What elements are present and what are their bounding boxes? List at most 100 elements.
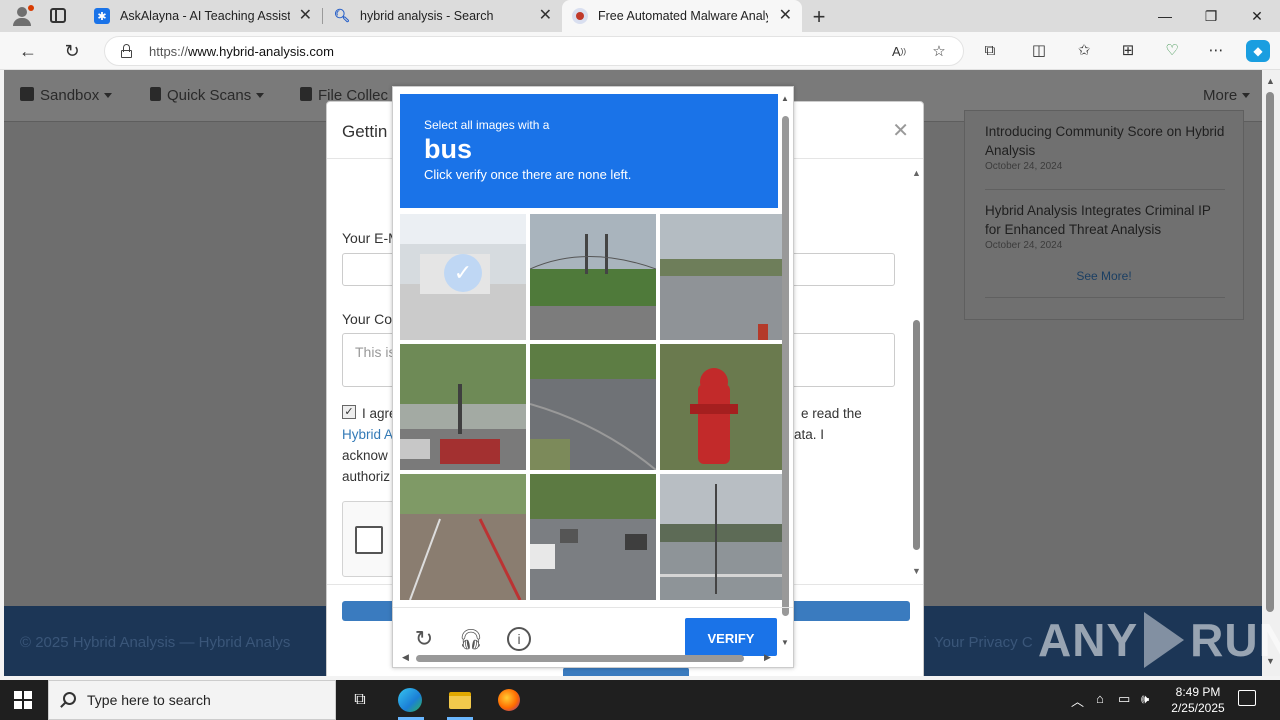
taskbar-search[interactable]: Type here to search [48, 680, 336, 720]
lock-icon[interactable] [121, 44, 132, 58]
browser-essentials-icon[interactable]: ♡ [1162, 40, 1182, 60]
read-aloud-icon[interactable]: A)) [889, 41, 909, 61]
news-title[interactable]: Introducing Community Score on Hybrid An… [985, 122, 1225, 160]
new-tab-icon[interactable]: + [808, 4, 830, 30]
page-scrollbar[interactable]: ▲ ▼ [1262, 70, 1280, 676]
captcha-instruction: Select all images with a [424, 118, 550, 132]
captcha-challenge: Select all images with a bus Click verif… [392, 86, 794, 668]
secondary-button[interactable] [563, 667, 689, 676]
privacy-link[interactable]: Your Privacy C [934, 634, 1033, 651]
see-more-link[interactable]: See More! [965, 269, 1243, 283]
back-icon[interactable]: ← [16, 39, 40, 63]
scroll-right-icon[interactable]: ▶ [764, 652, 771, 663]
captcha-tile[interactable]: ✓ [400, 214, 526, 340]
close-icon[interactable]: ✕ [892, 118, 909, 143]
nav-sandbox[interactable]: Sandbox [20, 87, 113, 104]
comment-label: Your Co [342, 311, 393, 327]
terms-link[interactable]: Hybrid A [342, 427, 393, 442]
captcha-tile[interactable] [660, 474, 786, 600]
anyrun-watermark: ANY RUN [1038, 612, 1280, 668]
agree-checkbox[interactable]: ✓ [342, 405, 356, 419]
file-explorer-icon[interactable] [446, 686, 474, 714]
scroll-up-icon[interactable]: ▲ [1266, 76, 1275, 86]
captcha-tile[interactable] [400, 474, 526, 600]
refresh-icon[interactable]: ↻ [60, 39, 84, 63]
scroll-up-icon[interactable]: ▲ [781, 94, 789, 103]
captcha-image-grid: ✓ [400, 214, 786, 601]
audio-headphones-icon[interactable]: 🎧︎ [458, 626, 484, 652]
chevron-up-icon[interactable]: ︿ [1071, 691, 1084, 710]
favorite-star-icon[interactable]: ☆ [929, 41, 949, 61]
news-title[interactable]: Hybrid Analysis Integrates Criminal IP f… [985, 201, 1225, 239]
copilot-icon[interactable]: ◆ [1246, 40, 1270, 62]
comment-placeholder: This is [355, 344, 396, 360]
taskbar-clock[interactable]: 8:49 PM 2/25/2025 [1160, 684, 1236, 716]
chevron-down-icon [256, 93, 265, 98]
captcha-horizontal-scrollbar[interactable]: ◀ ▶ [402, 652, 774, 663]
close-window-icon[interactable]: ✕ [1234, 0, 1280, 32]
play-logo-icon [1144, 612, 1185, 668]
close-tab-icon[interactable]: ✕ [539, 8, 552, 24]
close-tab-icon[interactable]: ✕ [779, 8, 792, 24]
modal-scrollbar[interactable]: ▲ ▼ [909, 160, 923, 580]
favorites-icon[interactable]: ✩ [1074, 40, 1094, 60]
scroll-left-icon[interactable]: ◀ [402, 652, 409, 663]
settings-more-icon[interactable]: ⋯ [1206, 40, 1226, 60]
bridge-image [530, 214, 656, 340]
clock-time: 8:49 PM [1175, 685, 1221, 699]
scrollbar-thumb[interactable] [1266, 92, 1274, 612]
scroll-down-icon[interactable]: ▼ [912, 566, 921, 576]
captcha-tile[interactable] [530, 344, 656, 470]
captcha-tile[interactable] [530, 474, 656, 600]
scrollbar-thumb[interactable] [782, 116, 789, 616]
fire-hydrant-image [660, 344, 786, 470]
minimize-icon[interactable]: — [1142, 0, 1188, 32]
verify-button[interactable]: VERIFY [685, 618, 777, 656]
firefox-icon[interactable] [495, 686, 523, 714]
tab-label: AskAlayna - AI Teaching Assistan [120, 9, 290, 23]
tab-label: Free Automated Malware Analysis [598, 9, 768, 23]
hybrid-analysis-icon [572, 8, 588, 24]
nav-more[interactable]: More [1203, 87, 1251, 104]
captcha-target: bus [424, 134, 473, 164]
captcha-scrollbar[interactable]: ▲ [781, 94, 791, 618]
captcha-tile[interactable] [530, 214, 656, 340]
checkmark-icon: ✓ [444, 254, 482, 292]
recaptcha-checkbox[interactable] [355, 526, 383, 554]
captcha-tile[interactable] [660, 214, 786, 340]
notification-icon[interactable] [1238, 690, 1256, 706]
extensions-icon[interactable]: ⧉ [980, 40, 1000, 60]
restore-icon[interactable]: ❐ [1188, 0, 1234, 32]
road-image [530, 344, 656, 470]
collections-icon[interactable]: ⊞ [1118, 40, 1138, 60]
address-bar[interactable]: https://www.hybrid-analysis.com A)) ☆ [104, 36, 964, 66]
news-item[interactable]: Hybrid Analysis Integrates Criminal IP f… [985, 201, 1225, 251]
reload-icon[interactable]: ↻ [411, 626, 437, 652]
edge-browser-icon[interactable] [396, 686, 424, 714]
scrollbar-thumb[interactable] [416, 655, 744, 662]
chevron-down-icon [1242, 93, 1251, 98]
usb-device-icon[interactable]: ⌂ [1096, 691, 1104, 706]
news-item[interactable]: Introducing Community Score on Hybrid An… [985, 122, 1225, 172]
volume-icon[interactable]: 🕪︎ [1141, 691, 1149, 707]
captcha-tile[interactable] [400, 344, 526, 470]
info-icon[interactable]: i [506, 626, 532, 652]
captcha-tile[interactable] [660, 344, 786, 470]
intersection-image [400, 344, 526, 470]
scroll-up-icon[interactable]: ▲ [912, 168, 921, 178]
close-tab-icon[interactable]: ✕ [299, 8, 312, 24]
scrollbar-thumb[interactable] [913, 320, 920, 550]
tab-hybrid-analysis[interactable]: Free Automated Malware Analysis ✕ [562, 0, 802, 32]
tab-search[interactable]: 🔍︎ hybrid analysis - Search ✕ [324, 0, 562, 32]
tab-actions-icon[interactable] [50, 8, 66, 23]
network-icon[interactable]: ▭ [1118, 691, 1130, 707]
split-screen-icon[interactable]: ◫ [1029, 40, 1049, 60]
tab-askalayna[interactable]: ✱ AskAlayna - AI Teaching Assistan ✕ [84, 0, 322, 32]
divider [985, 189, 1225, 190]
task-view-icon[interactable]: ⧉ [346, 686, 374, 714]
nav-quick-scans[interactable]: Quick Scans [150, 87, 265, 104]
parked-cars-image [530, 474, 656, 600]
windows-start-icon[interactable] [14, 691, 32, 709]
profile-avatar-icon[interactable] [8, 4, 36, 28]
scroll-down-icon[interactable]: ▼ [781, 638, 789, 647]
